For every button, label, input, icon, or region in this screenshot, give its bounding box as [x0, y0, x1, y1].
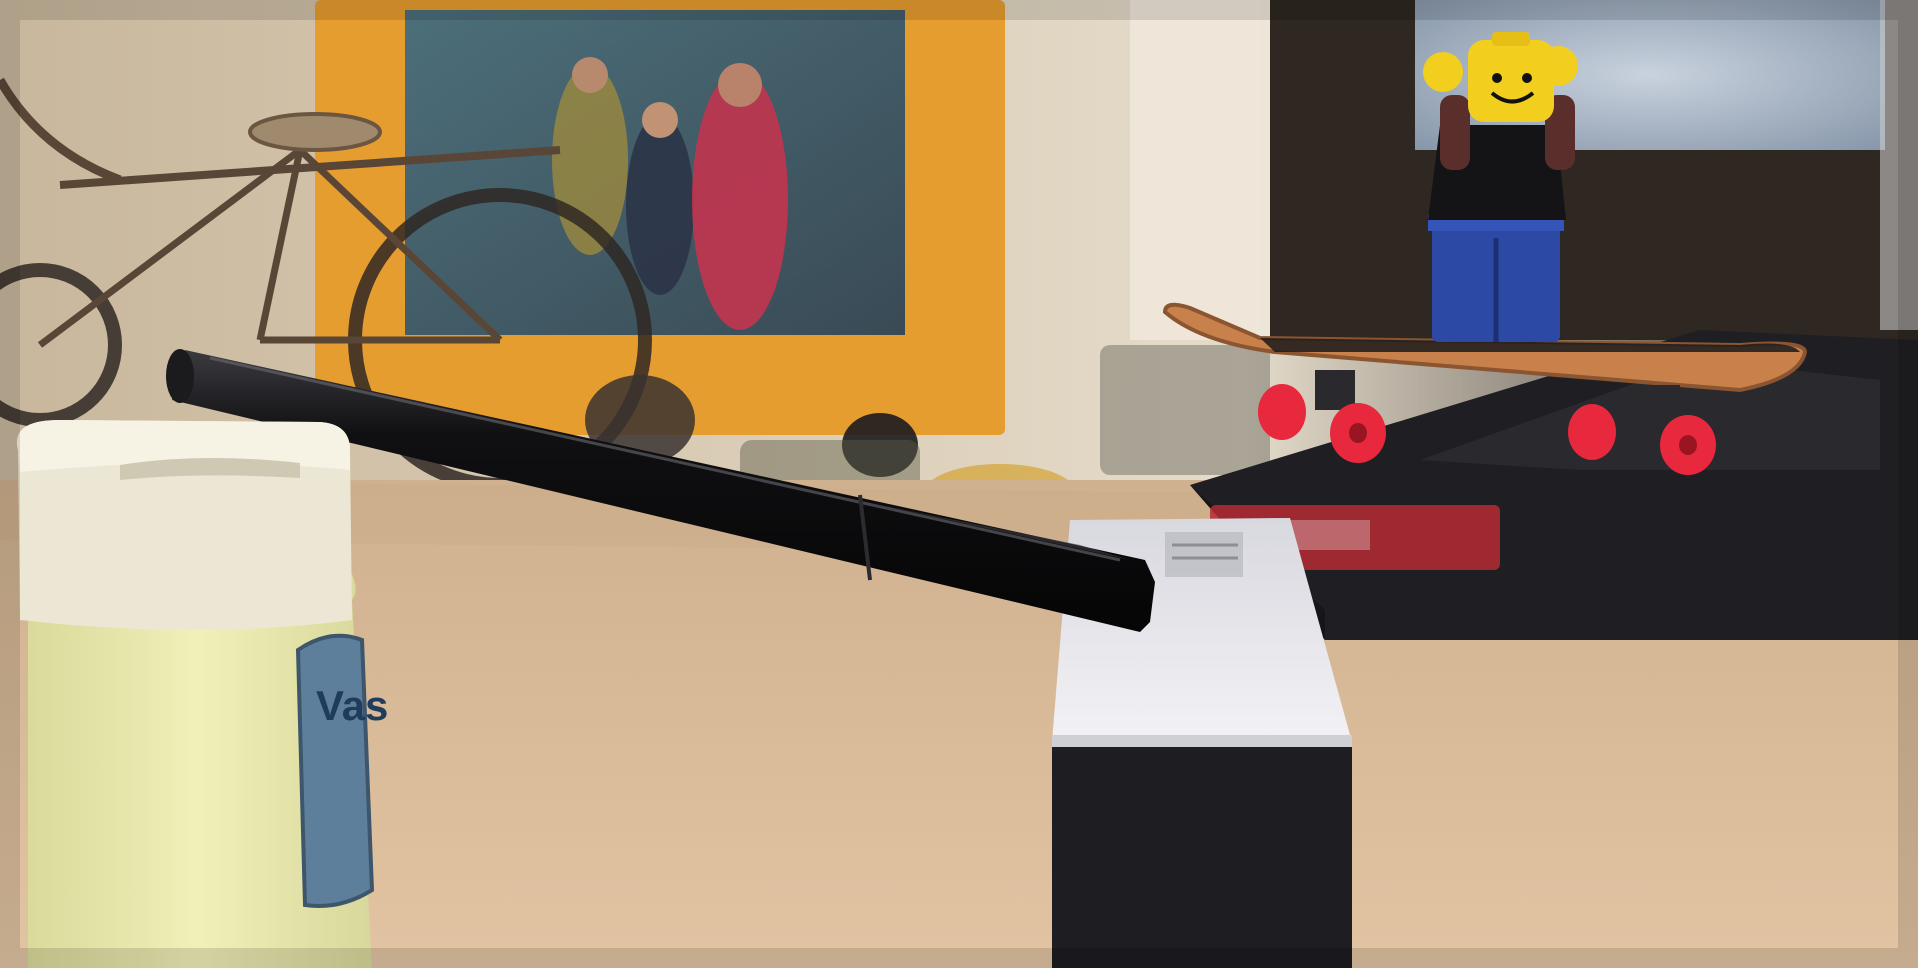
white-pillar: [1130, 0, 1270, 340]
jar-icon: Vas: [16, 420, 388, 968]
minifigure-icon: [1423, 32, 1578, 342]
glass-jar-back: [1100, 345, 1270, 475]
desk-photo-scene: Vas: [0, 0, 1918, 968]
jar-label: Vas: [316, 682, 388, 729]
